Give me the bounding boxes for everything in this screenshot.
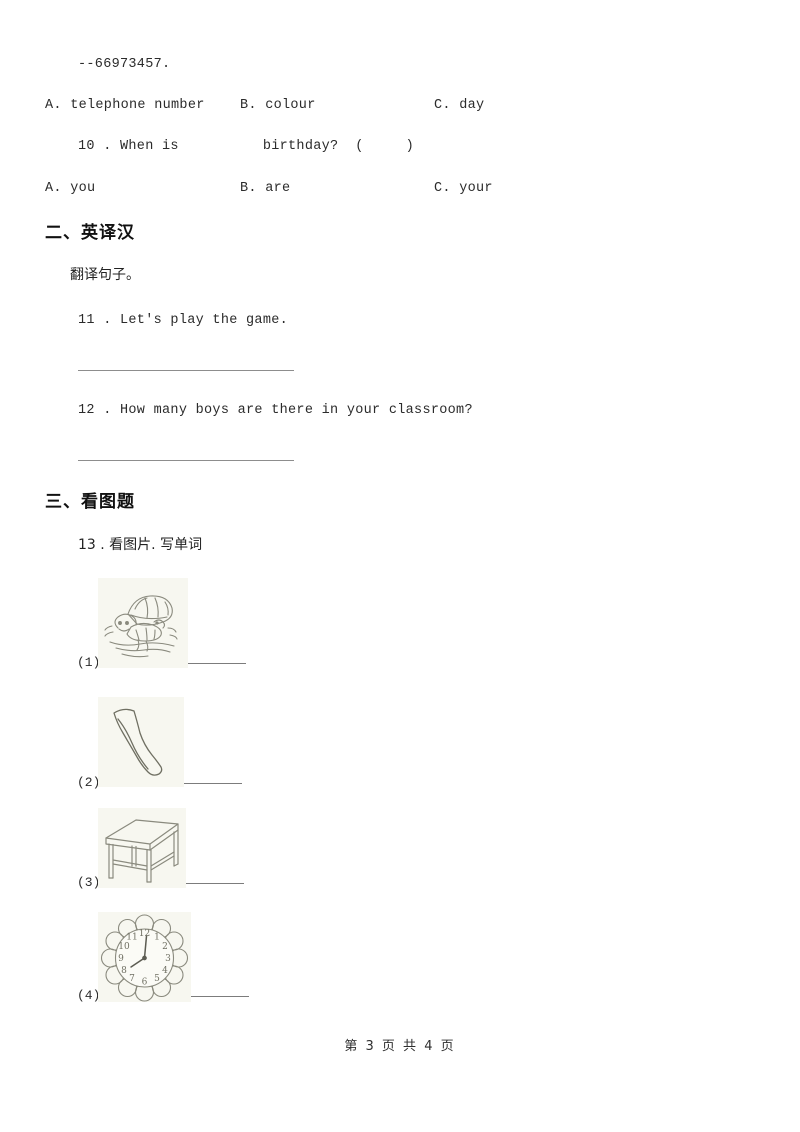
svg-text:8: 8	[121, 966, 127, 976]
svg-text:12: 12	[139, 929, 150, 939]
turtle-icon	[98, 578, 188, 668]
section-heading-two: 二、英译汉	[45, 223, 135, 243]
picture-answer-rule-1[interactable]	[188, 663, 246, 664]
q9-option-c[interactable]: C. day	[434, 98, 484, 113]
answer-rule-12[interactable]	[78, 460, 294, 461]
leg-icon	[98, 697, 184, 787]
section-three-instruction: 13 . 看图片. 写单词	[78, 537, 203, 553]
q9-option-a[interactable]: A. telephone number	[45, 98, 205, 113]
section-heading-three: 三、看图题	[45, 492, 135, 512]
q10-option-b[interactable]: B. are	[240, 181, 290, 196]
svg-text:1: 1	[154, 933, 160, 943]
svg-text:4: 4	[162, 966, 168, 976]
desk-icon	[98, 808, 186, 888]
picture-label-3: (3)	[77, 875, 101, 890]
svg-text:3: 3	[165, 954, 171, 964]
translation-item-11: 11 . Let's play the game.	[78, 313, 289, 328]
picture-answer-rule-3[interactable]	[186, 883, 244, 884]
translation-item-12: 12 . How many boys are there in your cla…	[78, 403, 473, 418]
svg-text:6: 6	[142, 978, 148, 988]
q10-option-c[interactable]: C. your	[434, 181, 493, 196]
q10-option-a[interactable]: A. you	[45, 181, 95, 196]
q9-option-b[interactable]: B. colour	[240, 98, 316, 113]
svg-text:9: 9	[118, 954, 124, 964]
section-two-instruction: 翻译句子。	[70, 267, 140, 283]
q10-question-text: 10 . When is birthday? ( )	[78, 139, 415, 154]
svg-text:11: 11	[126, 933, 137, 943]
q9-answer-line: --66973457.	[78, 57, 171, 72]
clock-icon: 12 1 2 3 4 5 6 7 8 9 10 11	[98, 912, 191, 1002]
svg-text:2: 2	[162, 942, 168, 952]
picture-label-2: (2)	[77, 775, 101, 790]
svg-text:5: 5	[154, 974, 160, 984]
picture-answer-rule-2[interactable]	[184, 783, 242, 784]
page-footer: 第 3 页 共 4 页	[344, 1039, 456, 1054]
exam-page: --66973457. A. telephone number B. colou…	[0, 0, 800, 1132]
picture-label-4: (4)	[77, 988, 101, 1003]
svg-text:10: 10	[118, 942, 130, 952]
answer-rule-11[interactable]	[78, 370, 294, 371]
svg-text:7: 7	[129, 974, 135, 984]
picture-answer-rule-4[interactable]	[191, 996, 249, 997]
picture-label-1: (1)	[77, 655, 101, 670]
